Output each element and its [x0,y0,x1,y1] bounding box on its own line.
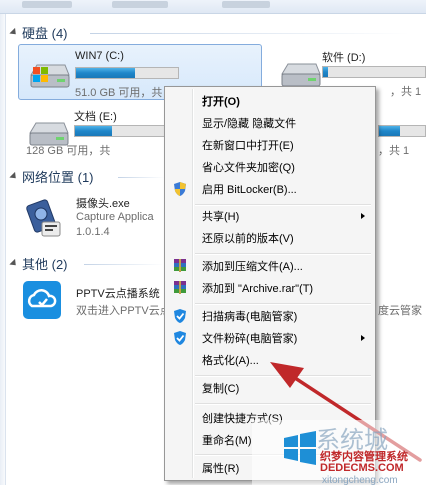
tencent-shield-icon [174,309,186,323]
submenu-arrow-icon [361,213,365,219]
drive-label: 文档 (E:) [74,111,117,123]
drive-label: 软件 (D:) [322,52,366,64]
drive-usage-fill [76,68,136,78]
toolbar-button[interactable] [222,1,270,8]
item-version: 1.0.1.4 [76,226,110,238]
menu-item-scan-virus[interactable]: 扫描病毒(电脑管家) [167,305,373,327]
section-divider [84,264,164,265]
hard-drive-icon [281,63,321,87]
drive-usage-fill [75,126,112,136]
watermark: 系统城 织梦内容管理系统 DEDECMS.COM xitongcheng.com [252,420,426,485]
menu-item-add-to-archive[interactable]: 添加到压缩文件(A)... [167,255,373,277]
section-divider [90,33,410,34]
tencent-shield-icon [174,331,186,345]
menu-item-file-shred[interactable]: 文件粉碎(电脑管家) [167,327,373,349]
network-item-camera[interactable]: 摄像头.exe Capture Applica 1.0.1.4 [18,190,166,246]
item-description: Capture Applica [76,211,154,223]
section-header-other[interactable]: 其他 (2) [9,254,68,272]
uac-shield-icon [174,182,186,196]
drive-free-space: ，共 1 [390,86,422,98]
drive-usage-fill [379,126,400,136]
camera-app-icon [26,199,61,237]
menu-item-share[interactable]: 共享(H) [167,205,373,227]
collapse-caret-icon [9,27,19,37]
menu-item-format[interactable]: 格式化(A)... [167,349,373,371]
drive-e[interactable]: 文档 (E:) 128 GB 可用，共 [18,103,168,159]
watermark-line2: DEDECMS.COM [320,462,404,474]
toolbar-button[interactable] [22,1,72,8]
drive-free-space: ，共 1 [378,145,410,157]
item-title: 摄像头.exe [76,198,130,210]
menu-item-add-to-archive-rar[interactable]: 添加到 "Archive.rar"(T) [167,277,373,299]
pptv-cloud-icon [23,281,61,319]
menu-separator [195,403,371,405]
item-description: 双击进入PPTV云点 [76,305,171,317]
item-title: PPTV云点播系统 [76,288,160,300]
drive-usage-bar [378,125,426,137]
winrar-icon [174,259,186,272]
collapse-caret-icon [9,171,19,181]
watermark-url: xitongcheng.com [322,475,398,485]
drive-free-space: 128 GB 可用，共 [26,145,111,157]
menu-item-encrypt-folder[interactable]: 省心文件夹加密(Q) [167,156,373,178]
submenu-arrow-icon [361,335,365,341]
drive-usage-bar [75,67,179,79]
other-item-pptv[interactable]: PPTV云点播系统 双击进入PPTV云点 [18,278,171,322]
drive-usage-bar [74,125,168,137]
collapse-caret-icon [9,258,19,268]
section-divider [118,177,164,178]
menu-item-open-new-window[interactable]: 在新窗口中打开(E) [167,134,373,156]
drive-free-space: 51.0 GB 可用，共 1 [75,87,172,99]
winrar-icon [174,281,186,294]
command-bar [0,0,426,14]
drive-usage-fill [323,67,329,77]
menu-item-toggle-hidden[interactable]: 显示/隐藏 隐藏文件 [167,112,373,134]
windows-drive-icon [30,64,70,88]
navigation-pane-edge [0,14,6,485]
toolbar-button[interactable] [112,1,168,8]
section-header-network[interactable]: 网络位置 (1) [9,167,94,185]
item-description: 度云管家 [378,305,422,317]
drive-f[interactable]: ，共 1 [378,103,426,159]
menu-item-open[interactable]: 打开(O) [167,90,373,112]
section-header-drives[interactable]: 硬盘 (4) [9,23,68,41]
drive-usage-bar [322,66,426,78]
menu-item-copy[interactable]: 复制(C) [167,377,373,399]
menu-item-bitlocker[interactable]: 启用 BitLocker(B)... [167,178,373,200]
menu-item-restore-versions[interactable]: 还原以前的版本(V) [167,227,373,249]
drive-label: WIN7 (C:) [75,50,124,62]
windows-logo-icon [284,431,316,465]
